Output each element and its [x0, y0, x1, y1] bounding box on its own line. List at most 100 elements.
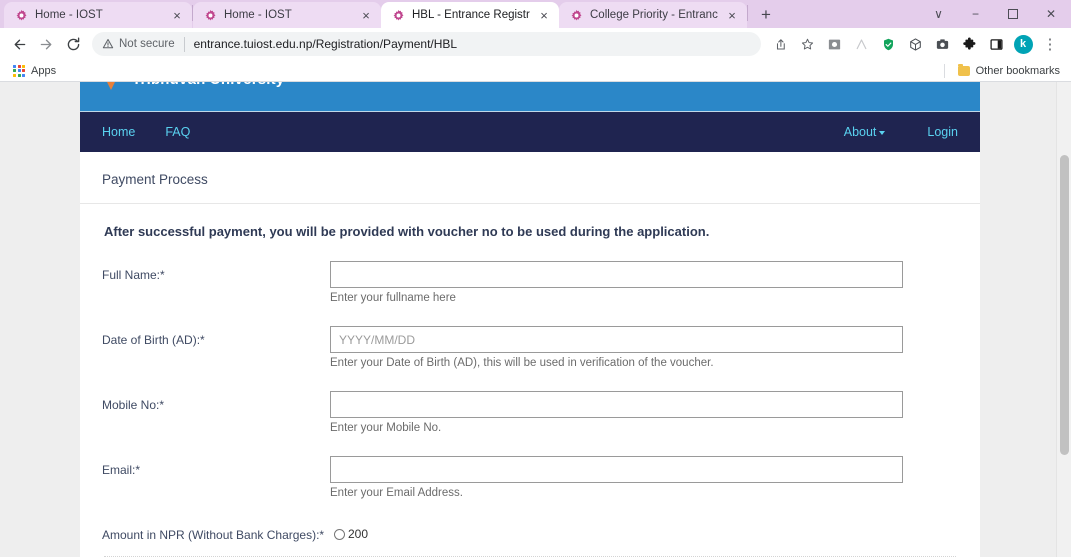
email-input[interactable]: [330, 456, 903, 483]
close-icon[interactable]: ×: [537, 8, 551, 22]
form-row-email: Email:* Enter your Email Address.: [102, 456, 958, 511]
navbar-left: Home FAQ: [102, 125, 190, 139]
label-full-name: Full Name:*: [102, 268, 165, 282]
gear-icon: [16, 9, 27, 20]
payment-form-body: After successful payment, you will be pr…: [80, 204, 980, 557]
screen-capture-extension-icon[interactable]: [821, 31, 847, 57]
close-icon[interactable]: ×: [170, 8, 184, 22]
tab-title: HBL - Entrance Registration Appl: [412, 9, 530, 21]
nav-item-login[interactable]: Login: [927, 125, 958, 139]
close-icon[interactable]: ×: [725, 8, 739, 22]
site-banner-title: Tribhuvan University: [132, 82, 284, 88]
forward-button[interactable]: [33, 31, 60, 58]
full-name-input[interactable]: [330, 261, 903, 288]
profile-avatar[interactable]: k: [1010, 31, 1036, 57]
security-indicator[interactable]: Not secure: [102, 38, 175, 50]
site-page: Tribhuvan University Home FAQ About Logi…: [80, 82, 980, 557]
control-full-name: Enter your fullname here: [330, 261, 903, 316]
gear-icon: [205, 9, 216, 20]
help-mobile-no: Enter your Mobile No.: [330, 422, 442, 434]
folder-icon: [957, 63, 970, 76]
maximize-icon: [1007, 9, 1018, 19]
browser-toolbar: Not secure entrance.tuiost.edu.np/Regist…: [0, 28, 1071, 60]
scrollbar-thumb[interactable]: [1060, 155, 1069, 455]
page-scrollbar[interactable]: [1056, 82, 1071, 557]
form-row-full-name: Full Name:* Enter your fullname here: [102, 261, 958, 316]
label-mobile-no: Mobile No:*: [102, 398, 165, 412]
browser-tab-4[interactable]: College Priority - Entrance Regist ×: [559, 2, 747, 28]
shield-check-extension-icon[interactable]: [875, 31, 901, 57]
tab-title: College Priority - Entrance Regist: [590, 9, 718, 21]
not-secure-warning-icon: [102, 38, 114, 49]
other-bookmarks-button[interactable]: Other bookmarks: [953, 61, 1065, 81]
nav-item-faq[interactable]: FAQ: [165, 125, 190, 139]
reload-button[interactable]: [60, 31, 87, 58]
help-full-name: Enter your fullname here: [330, 292, 456, 304]
label-amount: Amount in NPR (Without Bank Charges):*: [102, 528, 325, 542]
maximize-button[interactable]: [994, 0, 1031, 28]
apps-grid-icon: [13, 64, 25, 77]
new-tab-button[interactable]: +: [753, 2, 779, 28]
camera-extension-icon[interactable]: [929, 31, 955, 57]
share-icon[interactable]: [767, 31, 793, 57]
extension-a-icon[interactable]: [848, 31, 874, 57]
url-text: entrance.tuiost.edu.np/Registration/Paym…: [193, 37, 458, 51]
tab-strip: Home - IOST × Home - IOST × HBL - Entran…: [0, 0, 1071, 28]
security-label: Not secure: [119, 38, 175, 50]
omnibox-divider: [183, 36, 185, 52]
form-row-date-of-birth: Date of Birth (AD):* Enter your Date of …: [102, 326, 958, 381]
toolbar-icons: k ⋮: [767, 31, 1065, 57]
amount-radio-200[interactable]: [334, 528, 345, 540]
tab-search-icon[interactable]: ∨: [920, 0, 957, 28]
browser-tab-3-active[interactable]: HBL - Entrance Registration Appl ×: [381, 2, 559, 28]
chrome-menu-button[interactable]: ⋮: [1037, 31, 1063, 57]
gear-icon: [571, 9, 582, 20]
help-date-of-birth: Enter your Date of Birth (AD), this will…: [330, 357, 714, 369]
nav-item-home[interactable]: Home: [102, 125, 135, 139]
bookmark-apps[interactable]: Apps: [8, 61, 61, 81]
label-email: Email:*: [102, 463, 141, 477]
forward-arrow-icon: [40, 39, 52, 49]
box-extension-icon[interactable]: [902, 31, 928, 57]
close-icon[interactable]: ×: [359, 8, 373, 22]
minimize-button[interactable]: −: [957, 0, 994, 28]
close-window-button[interactable]: ✕: [1031, 0, 1071, 28]
help-email: Enter your Email Address.: [330, 487, 463, 499]
window-controls: ∨ − ✕: [920, 0, 1071, 28]
back-arrow-icon: [14, 39, 26, 49]
nav-item-about[interactable]: About: [844, 125, 886, 139]
payment-instruction-text: After successful payment, you will be pr…: [104, 224, 710, 239]
browser-tab-2[interactable]: Home - IOST ×: [193, 2, 381, 28]
gear-icon: [393, 9, 404, 20]
address-bar[interactable]: Not secure entrance.tuiost.edu.np/Regist…: [92, 32, 761, 56]
bookmark-apps-label: Apps: [31, 64, 57, 77]
sidepanel-icon[interactable]: [983, 31, 1009, 57]
nav-item-about-label: About: [843, 125, 877, 139]
control-date-of-birth: Enter your Date of Birth (AD), this will…: [330, 326, 903, 381]
mobile-no-input[interactable]: [330, 391, 903, 418]
tab-title: Home - IOST: [224, 9, 292, 21]
amount-radio-200-label: 200: [348, 527, 369, 541]
navbar-right: About Login: [844, 125, 958, 139]
form-row-mobile-no: Mobile No:* Enter your Mobile No.: [102, 391, 958, 446]
other-bookmarks-label: Other bookmarks: [975, 64, 1060, 77]
tab-title: Home - IOST: [35, 9, 103, 21]
bookmark-star-icon[interactable]: [794, 31, 820, 57]
tab-divider: [747, 4, 748, 21]
amount-radio-group[interactable]: 200: [334, 521, 907, 541]
back-button[interactable]: [6, 31, 33, 58]
tribhuvan-university-logo-icon: [100, 82, 122, 92]
label-date-of-birth: Date of Birth (AD):*: [102, 333, 205, 347]
date-of-birth-input[interactable]: [330, 326, 903, 353]
site-banner: Tribhuvan University: [80, 82, 980, 112]
site-navbar: Home FAQ About Login: [80, 112, 980, 152]
browser-tab-1[interactable]: Home - IOST ×: [4, 2, 192, 28]
control-email: Enter your Email Address.: [330, 456, 903, 511]
browser-window: Home - IOST × Home - IOST × HBL - Entran…: [0, 0, 1071, 557]
puzzle-extensions-icon[interactable]: [956, 31, 982, 57]
bookmarks-divider: [943, 63, 945, 78]
bookmarks-bar: Apps Other bookmarks: [0, 60, 1071, 82]
control-amount: 200: [334, 521, 907, 541]
page-viewport: Tribhuvan University Home FAQ About Logi…: [0, 82, 1071, 557]
control-mobile-no: Enter your Mobile No.: [330, 391, 903, 446]
